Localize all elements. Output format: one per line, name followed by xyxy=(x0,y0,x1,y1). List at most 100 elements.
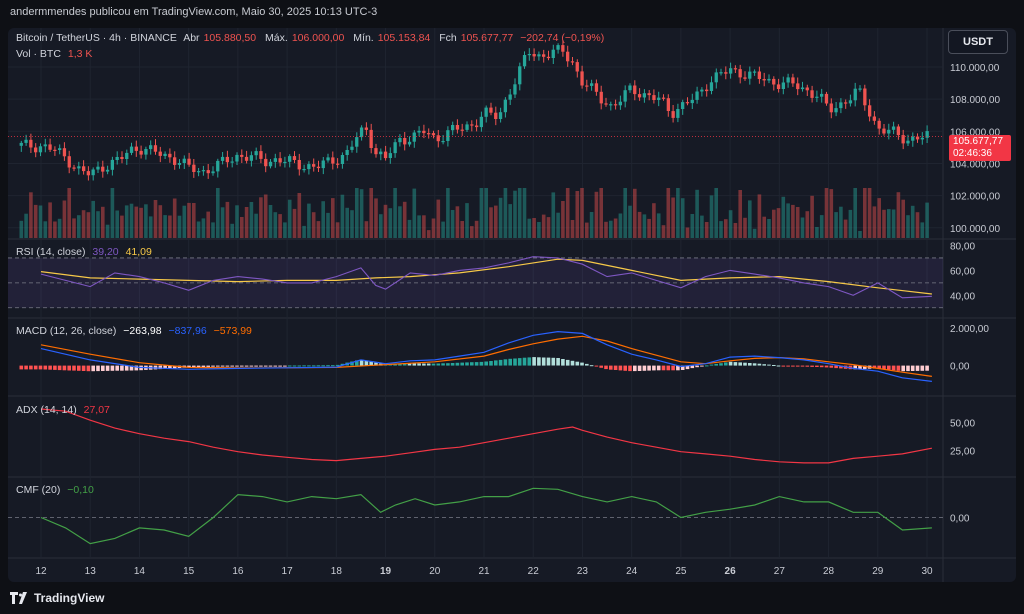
volume-bar xyxy=(398,206,402,238)
candle-body xyxy=(134,146,138,151)
volume-bar xyxy=(829,189,834,238)
candle-body xyxy=(580,71,584,86)
candle-body xyxy=(163,153,167,156)
volume-bar xyxy=(666,188,671,238)
time-axis-label: 23 xyxy=(577,566,589,577)
volume-bar xyxy=(795,207,800,238)
volume-bar xyxy=(800,217,805,238)
macd-histogram-bar xyxy=(656,365,661,371)
candle-body xyxy=(115,157,119,160)
volume-bar xyxy=(225,201,230,238)
candle-body xyxy=(144,149,148,155)
candle-body xyxy=(86,171,90,176)
candle-body xyxy=(201,170,206,172)
candle-body xyxy=(422,130,426,134)
chart-canvas[interactable]: 110.000,00 108.000,00 106.000,00 104.000,00… xyxy=(8,28,1016,582)
footer-brand-label: TradingView xyxy=(34,591,105,605)
candle-body xyxy=(690,99,694,104)
volume-bar xyxy=(96,211,100,238)
macd-histogram-bar xyxy=(522,357,527,366)
macd-histogram-bar xyxy=(925,365,929,371)
volume-bar xyxy=(263,194,268,238)
macd-histogram-bar xyxy=(53,365,57,370)
macd-histogram-bar xyxy=(38,365,43,370)
volume-bar xyxy=(355,188,359,238)
macd-histogram-bar xyxy=(637,365,642,371)
currency-button[interactable]: USDT xyxy=(948,30,1008,54)
macd-histogram-bar xyxy=(748,363,752,366)
volume-bar xyxy=(148,216,153,238)
candle-body xyxy=(340,155,345,164)
volume-bar xyxy=(29,192,33,238)
candle-body xyxy=(613,104,618,106)
volume-bar xyxy=(623,188,627,238)
footer-brand[interactable]: TradingView xyxy=(10,591,104,605)
time-axis-label: 12 xyxy=(35,566,47,577)
candle-body xyxy=(724,72,728,74)
volume-bar xyxy=(628,205,632,238)
macd-histogram-bar xyxy=(537,357,541,366)
volume-bar xyxy=(297,193,302,238)
volume-bar xyxy=(393,188,397,238)
volume-bar xyxy=(124,205,129,238)
volume-bar xyxy=(168,215,172,238)
macd-histogram-bar xyxy=(244,365,249,367)
candle-body xyxy=(403,138,407,145)
candle-body xyxy=(729,68,733,74)
candle-body xyxy=(105,169,110,172)
volume-bar xyxy=(158,205,163,238)
adx-line xyxy=(40,408,933,464)
volume-bar xyxy=(498,197,503,238)
time-axis-label: 25 xyxy=(675,566,687,577)
volume-bar xyxy=(283,222,287,238)
time-axis-label: 20 xyxy=(429,566,441,577)
volume-bar xyxy=(216,188,220,238)
candle-body xyxy=(800,87,805,90)
macd-histogram-bar xyxy=(297,365,302,367)
candle-body xyxy=(844,102,848,104)
cmf-label[interactable]: CMF (20) xyxy=(16,484,60,496)
candle-body xyxy=(906,140,910,144)
candle-body xyxy=(532,54,536,57)
candle-body xyxy=(863,88,867,106)
candle-body xyxy=(388,153,392,158)
candle-body xyxy=(714,72,718,83)
volume-label[interactable]: Vol · BTC xyxy=(16,48,61,60)
macd-histogram-bar xyxy=(33,365,38,370)
volume-bar xyxy=(738,190,742,238)
macd-histogram-bar xyxy=(810,365,814,367)
candle-body xyxy=(312,164,316,167)
last-price-tag: 105.677,77 02:46:36 xyxy=(949,135,1011,161)
time-axis-label: 18 xyxy=(331,566,343,577)
volume-bar xyxy=(235,205,239,238)
adx-label[interactable]: ADX (14, 14) xyxy=(16,404,77,416)
candle-body xyxy=(120,157,124,159)
volume-bar xyxy=(101,206,105,238)
chart-panel[interactable]: 110.000,00 108.000,00 106.000,00 104.000,00… xyxy=(8,28,1016,582)
candle-body xyxy=(24,139,28,143)
macd-label[interactable]: MACD (12, 26, close) xyxy=(16,325,116,337)
macd-histogram-bar xyxy=(781,365,786,367)
macd-histogram-bar xyxy=(498,359,503,366)
candle-body xyxy=(633,85,637,95)
volume-bar xyxy=(187,202,191,238)
volume-bar xyxy=(326,212,330,238)
volume-bar xyxy=(920,222,925,238)
candle-body xyxy=(709,82,714,91)
candle-body xyxy=(240,154,244,157)
volume-bar xyxy=(38,205,43,238)
symbol-title[interactable]: Bitcoin / TetherUS · 4h · BINANCE xyxy=(16,32,177,44)
macd-histogram-bar xyxy=(441,363,445,366)
time-axis-label: 26 xyxy=(725,566,737,577)
macd-histogram-bar xyxy=(599,365,603,368)
candle-body xyxy=(297,160,301,170)
macd-histogram-bar xyxy=(331,365,335,367)
macd-histogram-bar xyxy=(96,365,100,372)
rsi-label[interactable]: RSI (14, close) xyxy=(16,246,85,258)
volume-value: 1,3 K xyxy=(67,48,93,60)
macd-histogram-bar xyxy=(815,365,819,367)
time-axis-label: 14 xyxy=(134,566,146,577)
volume-bar xyxy=(48,202,52,238)
volume-bar xyxy=(316,221,321,238)
candle-body xyxy=(321,160,325,169)
